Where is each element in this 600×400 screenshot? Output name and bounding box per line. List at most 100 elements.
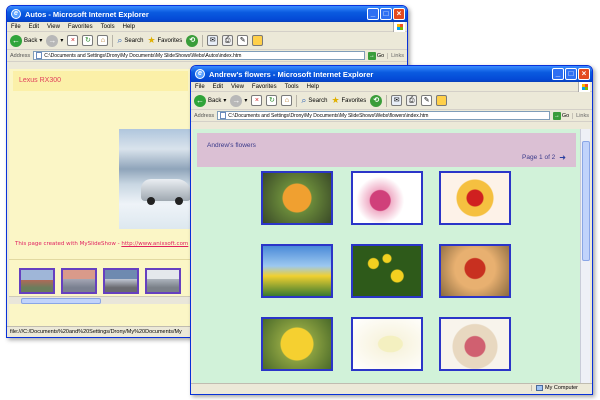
edit-icon[interactable]: ✎ (237, 35, 249, 46)
title-bar[interactable]: e Autos - Microsoft Internet Explorer _ … (7, 6, 407, 22)
favorites-label: Favorites (157, 37, 183, 44)
flower-thumbnail[interactable] (261, 244, 333, 298)
menu-view[interactable]: View (47, 24, 60, 30)
favorites-button[interactable]: ★ Favorites (331, 95, 366, 106)
back-button[interactable]: ← Back ▾ (194, 94, 226, 107)
back-label: Back (208, 97, 222, 104)
search-icon: ⌕ (117, 35, 123, 45)
address-input[interactable]: C:\Documents and Settings\Drony\My Docum… (33, 51, 365, 60)
refresh-icon[interactable]: ↻ (82, 35, 94, 46)
close-button[interactable]: × (578, 68, 590, 80)
address-label: Address (10, 52, 31, 59)
address-input[interactable]: C:\Documents and Settings\Drony\My Docum… (217, 111, 550, 120)
scrollbar-thumb[interactable] (21, 298, 101, 304)
stop-icon[interactable]: × (251, 95, 263, 106)
thumbnail[interactable] (145, 268, 181, 294)
flower-thumbnail[interactable] (439, 317, 511, 371)
folder-icon[interactable] (252, 35, 264, 46)
menu-edit[interactable]: Edit (213, 84, 223, 90)
minimize-button[interactable]: _ (367, 8, 379, 20)
flower-thumbnail[interactable] (351, 171, 423, 225)
menu-help[interactable]: Help (307, 84, 319, 90)
pager-text: Page 1 of 2 (522, 154, 556, 161)
address-label: Address (194, 112, 215, 119)
menu-bar: File Edit View Favorites Tools Help (7, 22, 407, 32)
menu-bar: File Edit View Favorites Tools Help (191, 82, 592, 92)
flower-thumbnail[interactable] (351, 317, 423, 371)
maximize-button[interactable]: □ (565, 68, 577, 80)
search-button[interactable]: ⌕ Search (117, 35, 143, 46)
history-icon[interactable]: ⟲ (370, 94, 383, 107)
menu-edit[interactable]: Edit (29, 24, 39, 30)
toolbar-separator (386, 94, 388, 107)
back-button[interactable]: ← Back ▾ (10, 34, 42, 47)
flower-thumbnail[interactable] (351, 244, 423, 298)
links-button[interactable]: Links (387, 52, 407, 59)
folder-icon[interactable] (436, 95, 448, 106)
links-button[interactable]: Links (572, 112, 592, 119)
page-title: Andrew's flowers (207, 142, 256, 149)
flower-thumbnail[interactable] (439, 244, 511, 298)
address-bar: Address C:\Documents and Settings\Drony\… (7, 50, 407, 62)
favorites-label: Favorites (341, 97, 367, 104)
flower-thumbnail[interactable] (439, 171, 511, 225)
menu-file[interactable]: File (11, 24, 21, 30)
go-arrow-icon: → (552, 111, 561, 120)
search-button[interactable]: ⌕ Search (301, 95, 327, 106)
flower-thumbnail[interactable] (261, 317, 333, 371)
thumbnail[interactable] (19, 268, 55, 294)
history-icon[interactable]: ⟲ (186, 34, 199, 47)
toolbar-separator (202, 34, 204, 47)
window-title: Andrew's flowers - Microsoft Internet Ex… (209, 69, 374, 79)
edit-icon[interactable]: ✎ (421, 95, 433, 106)
favorites-button[interactable]: ★ Favorites (147, 35, 182, 46)
home-icon[interactable]: ⌂ (97, 35, 109, 46)
thumbnail[interactable] (103, 268, 139, 294)
scrollbar-thumb[interactable] (582, 141, 590, 261)
stop-icon[interactable]: × (67, 35, 79, 46)
created-label: This page created with MySlideShow - (15, 241, 122, 247)
mail-icon[interactable]: ✉ (207, 35, 219, 46)
minimize-button[interactable]: _ (552, 68, 564, 80)
windows-logo-icon (578, 82, 590, 92)
menu-favorites[interactable]: Favorites (68, 24, 93, 30)
maximize-button[interactable]: □ (380, 8, 392, 20)
mail-icon[interactable]: ✉ (391, 95, 403, 106)
menu-help[interactable]: Help (123, 24, 135, 30)
vertical-scrollbar[interactable] (580, 129, 590, 383)
refresh-icon[interactable]: ↻ (266, 95, 278, 106)
go-button[interactable]: → Go (367, 51, 384, 60)
page-content: Andrew's flowers Page 1 of 2 ➜ (193, 129, 590, 383)
zone-indicator: My Computer (530, 385, 578, 391)
menu-favorites[interactable]: Favorites (252, 84, 277, 90)
print-icon[interactable]: ⎙ (406, 95, 418, 106)
search-label: Search (308, 97, 328, 104)
forward-button[interactable]: → ▾ (230, 94, 247, 107)
toolbar-separator (296, 94, 298, 107)
menu-tools[interactable]: Tools (101, 24, 115, 30)
ie-icon: e (11, 9, 21, 19)
anixsoft-link[interactable]: http://www.anixsoft.com (121, 241, 188, 247)
page-icon (220, 112, 227, 119)
car-photo (119, 129, 194, 229)
thumbnail[interactable] (61, 268, 97, 294)
flower-thumbnail[interactable] (261, 171, 333, 225)
home-icon[interactable]: ⌂ (281, 95, 293, 106)
toolbar-separator (112, 34, 114, 47)
computer-icon (535, 385, 543, 391)
menu-file[interactable]: File (195, 84, 205, 90)
forward-button[interactable]: → ▾ (46, 34, 63, 47)
star-icon: ★ (147, 35, 156, 45)
search-icon: ⌕ (301, 95, 307, 105)
next-page-arrow-icon[interactable]: ➜ (559, 153, 566, 162)
flowers-window[interactable]: e Andrew's flowers - Microsoft Internet … (190, 65, 593, 395)
go-button[interactable]: → Go (552, 111, 569, 120)
windows-logo-icon (393, 22, 405, 32)
forward-arrow-icon: → (46, 34, 59, 47)
menu-tools[interactable]: Tools (285, 84, 299, 90)
menu-view[interactable]: View (231, 84, 244, 90)
back-arrow-icon: ← (10, 34, 22, 47)
close-button[interactable]: × (393, 8, 405, 20)
print-icon[interactable]: ⎙ (222, 35, 234, 46)
title-bar[interactable]: e Andrew's flowers - Microsoft Internet … (191, 66, 592, 82)
